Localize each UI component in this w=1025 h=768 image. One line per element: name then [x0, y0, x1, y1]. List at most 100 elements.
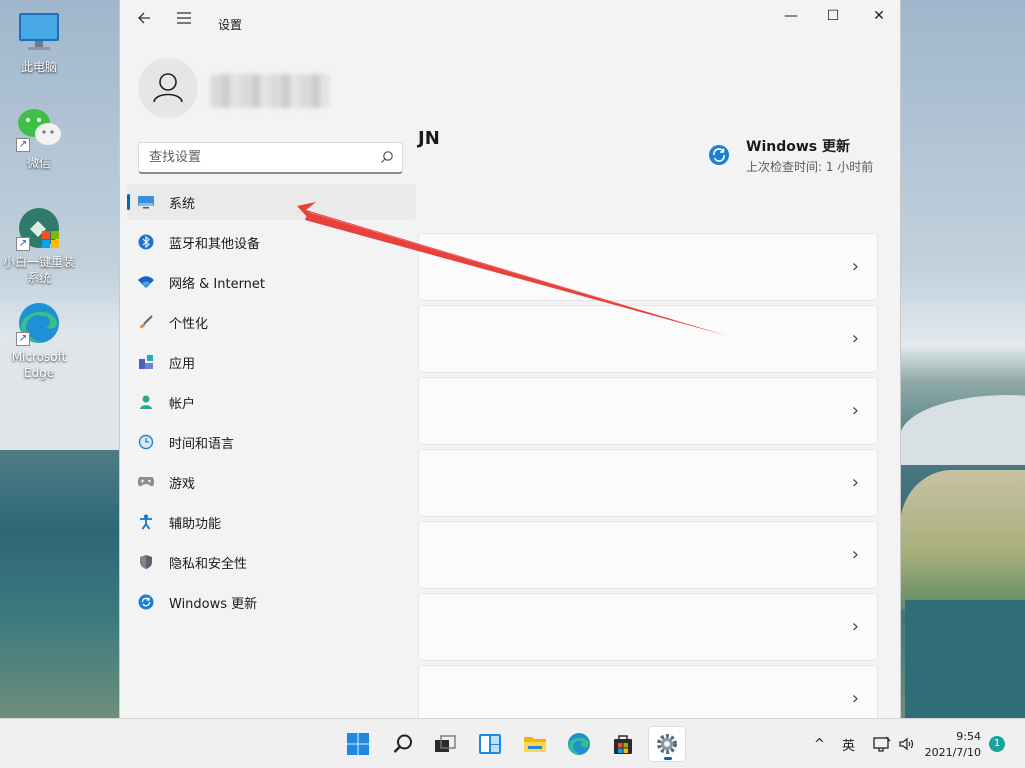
active-app-indicator — [664, 757, 672, 760]
settings-card[interactable]: › — [418, 521, 878, 589]
bluetooth-icon — [137, 233, 155, 251]
main-content: JN Windows 更新 上次检查时间: 1 小时前 › › › › › › … — [418, 0, 900, 718]
settings-icon — [657, 734, 677, 754]
wallpaper-water — [905, 600, 1025, 720]
network-tray-button[interactable] — [872, 719, 892, 768]
sidebar-item-label: 个性化 — [169, 316, 209, 332]
chevron-up-icon: ^ — [814, 736, 825, 752]
speaker-icon — [899, 737, 914, 751]
store-button[interactable] — [604, 726, 642, 762]
search-icon[interactable] — [380, 150, 394, 164]
volume-tray-button[interactable] — [898, 719, 914, 768]
sidebar-item-personalization[interactable]: 个性化 — [127, 304, 416, 340]
back-button[interactable] — [130, 8, 158, 32]
sidebar-item-time-language[interactable]: 时间和语言 — [127, 424, 416, 460]
sidebar-item-system[interactable]: 系统 — [127, 184, 416, 220]
edge-icon — [568, 733, 590, 755]
search-icon — [393, 734, 412, 753]
sidebar-item-label: 系统 — [169, 196, 196, 212]
edge-button[interactable] — [560, 726, 598, 762]
file-explorer-button[interactable] — [516, 726, 554, 762]
sidebar-item-label: 辅助功能 — [169, 516, 222, 532]
brush-icon — [137, 313, 155, 331]
system-clock[interactable]: 9:54 2021/7/10 — [925, 729, 981, 761]
wifi-icon — [137, 273, 155, 291]
account-name-redacted — [210, 74, 330, 108]
wallpaper-hill — [900, 395, 1025, 465]
settings-card[interactable]: › — [418, 233, 878, 301]
shortcut-arrow-icon: ↗ — [16, 237, 30, 251]
start-icon — [347, 733, 369, 755]
shortcut-arrow-icon: ↗ — [16, 332, 30, 346]
widgets-icon — [479, 734, 501, 754]
desktop-icon-wechat[interactable]: ↗ 微信 — [0, 106, 78, 171]
selection-indicator — [127, 194, 130, 210]
reinstall-tool-icon: ↗ — [16, 205, 62, 251]
display-icon — [137, 193, 155, 211]
sidebar-item-label: 游戏 — [169, 476, 196, 492]
settings-window: 设置 — ☐ ✕ 系统 蓝牙和其他设备 网络 & Internet 个性化 — [119, 0, 901, 718]
desktop-icon-reinstall-tool[interactable]: ↗ 小白一键重装系统 — [0, 205, 78, 286]
sidebar-item-label: 网络 & Internet — [169, 276, 266, 292]
start-button[interactable] — [339, 726, 377, 762]
desktop-icon-label: 此电脑 — [20, 60, 57, 74]
update-icon — [709, 145, 729, 165]
sidebar-item-windows-update[interactable]: Windows 更新 — [127, 584, 416, 620]
windows-update-subtitle: 上次检查时间: 1 小时前 — [746, 160, 874, 174]
sidebar-item-accessibility[interactable]: 辅助功能 — [127, 504, 416, 540]
sidebar-item-privacy-security[interactable]: 隐私和安全性 — [127, 544, 416, 580]
notification-badge[interactable]: 1 — [989, 736, 1005, 752]
task-view-button[interactable] — [426, 726, 464, 762]
menu-button[interactable] — [170, 8, 198, 32]
tray-overflow-button[interactable]: ^ — [814, 719, 825, 768]
settings-card[interactable]: › — [418, 305, 878, 373]
settings-card[interactable]: › — [418, 665, 878, 718]
sidebar-item-accounts[interactable]: 帐户 — [127, 384, 416, 420]
accessibility-icon — [137, 513, 155, 531]
file-explorer-icon — [524, 737, 546, 752]
chevron-right-icon: › — [851, 688, 859, 709]
search-button[interactable] — [384, 726, 422, 762]
settings-card[interactable]: › — [418, 449, 878, 517]
taskbar: ^ 英 9:54 2021/7/10 1 — [0, 718, 1025, 768]
sidebar-item-label: 蓝牙和其他设备 — [169, 236, 261, 252]
gamepad-icon — [137, 473, 155, 491]
widgets-button[interactable] — [471, 726, 509, 762]
search-box[interactable] — [138, 142, 403, 174]
settings-card[interactable]: › — [418, 377, 878, 445]
shield-icon — [137, 553, 155, 571]
settings-card[interactable]: › — [418, 593, 878, 661]
avatar[interactable] — [138, 58, 198, 118]
desktop-icon-edge[interactable]: ↗ Microsoft Edge — [0, 300, 78, 381]
account-icon — [137, 393, 155, 411]
clock-time: 9:54 — [956, 730, 981, 743]
hamburger-icon — [177, 12, 191, 24]
clock-date: 2021/7/10 — [924, 746, 981, 759]
chevron-right-icon: › — [851, 400, 859, 421]
chevron-right-icon: › — [851, 328, 859, 349]
wallpaper-grass — [900, 470, 1025, 610]
input-method-indicator[interactable]: 英 — [842, 719, 855, 768]
chevron-right-icon: › — [851, 544, 859, 565]
sidebar-item-label: 帐户 — [169, 396, 196, 412]
sidebar-item-bluetooth[interactable]: 蓝牙和其他设备 — [127, 224, 416, 260]
store-icon — [614, 735, 632, 754]
network-icon — [873, 736, 891, 752]
sidebar-item-network[interactable]: 网络 & Internet — [127, 264, 416, 300]
window-title: 设置 — [218, 18, 243, 32]
desktop-icon-label: 小白一键重装系统 — [2, 255, 75, 285]
desktop-icon-label: 微信 — [26, 156, 51, 170]
sidebar-item-apps[interactable]: 应用 — [127, 344, 416, 380]
sidebar-item-label: 时间和语言 — [169, 436, 235, 452]
sidebar-item-gaming[interactable]: 游戏 — [127, 464, 416, 500]
desktop-icon-this-pc[interactable]: 此电脑 — [0, 10, 78, 75]
sidebar-item-label: Windows 更新 — [169, 596, 258, 612]
sidebar-item-label: 应用 — [169, 356, 196, 372]
shortcut-arrow-icon: ↗ — [16, 138, 30, 152]
chevron-right-icon: › — [851, 256, 859, 277]
search-input[interactable] — [139, 143, 359, 171]
person-icon — [153, 73, 183, 103]
wechat-icon: ↗ — [16, 106, 62, 152]
settings-taskbar-button[interactable] — [648, 726, 686, 762]
desktop-icon-label: Microsoft Edge — [11, 350, 67, 380]
